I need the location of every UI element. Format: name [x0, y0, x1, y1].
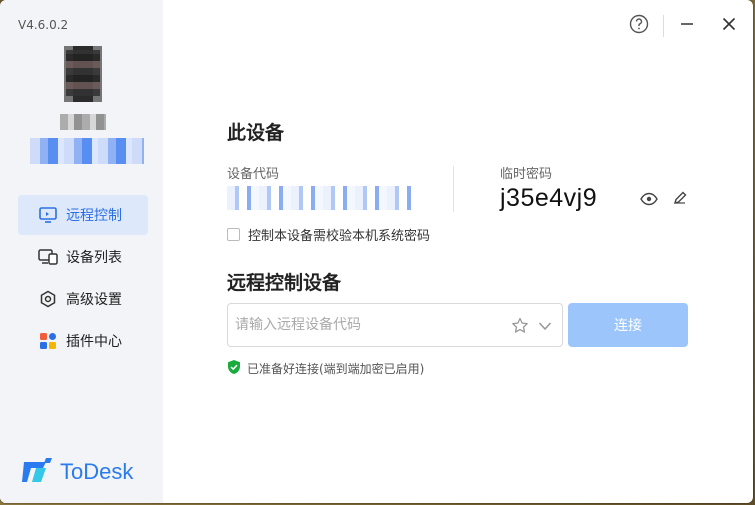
device-code-label: 设备代码 [227, 167, 280, 182]
brand-logo: ToDesk [22, 456, 133, 488]
settings-icon [38, 289, 58, 309]
this-device-title: 此设备 [227, 122, 285, 144]
sidebar-item-label: 插件中心 [66, 334, 122, 350]
remote-code-input[interactable] [228, 304, 498, 346]
user-id-redacted [30, 138, 144, 164]
main-panel: 此设备 设备代码 临时密码 j35e4vj9 控制本设备需校验本机系统密码 远程… [163, 0, 753, 503]
shield-check-icon [227, 359, 241, 378]
verify-password-checkbox[interactable] [227, 228, 240, 241]
plugins-icon [38, 331, 58, 351]
sidebar-nav: 远程控制 设备列表 高级设置 插件中心 [18, 195, 148, 363]
sidebar-item-label: 高级设置 [66, 292, 122, 308]
help-button[interactable] [627, 14, 651, 38]
pencil-icon [672, 190, 688, 210]
brand-name: ToDesk [60, 459, 134, 484]
temp-password-label: 临时密码 [500, 167, 553, 182]
close-button[interactable] [717, 14, 741, 38]
version-label: V4.6.0.2 [18, 18, 69, 32]
sidebar-item-label: 设备列表 [66, 250, 122, 266]
devices-icon [38, 247, 58, 267]
sidebar-item-advanced-settings[interactable]: 高级设置 [18, 279, 148, 319]
sidebar-item-device-list[interactable]: 设备列表 [18, 237, 148, 277]
connect-button[interactable]: 连接 [568, 303, 688, 347]
status-text: 已准备好连接(端到端加密已启用) [247, 362, 425, 376]
sidebar-item-label: 远程控制 [66, 208, 122, 224]
device-code-redacted[interactable] [227, 186, 411, 210]
chevron-down-icon[interactable] [537, 318, 553, 338]
remote-screen-icon [38, 205, 58, 225]
edit-password-button[interactable] [670, 190, 690, 210]
sidebar-item-plugin-center[interactable]: 插件中心 [18, 321, 148, 361]
connection-status: 已准备好连接(端到端加密已启用) [227, 359, 424, 378]
verify-password-label: 控制本设备需校验本机系统密码 [248, 229, 431, 244]
close-icon [721, 16, 737, 36]
avatar[interactable] [58, 46, 108, 102]
help-icon [629, 14, 649, 38]
remote-code-input-box[interactable] [227, 303, 563, 347]
show-password-button[interactable] [639, 190, 659, 210]
app-window: V4.6.0.2 远程控制 设备列表 高级设置 插件中心 ToDesk 此设备 … [0, 0, 753, 503]
sidebar: V4.6.0.2 远程控制 设备列表 高级设置 插件中心 ToDesk [0, 0, 163, 503]
sidebar-item-remote-control[interactable]: 远程控制 [18, 195, 148, 235]
temp-password-value[interactable]: j35e4vj9 [500, 184, 597, 213]
remote-control-title: 远程控制设备 [227, 272, 342, 294]
titlebar-divider [663, 15, 664, 37]
verify-password-option[interactable]: 控制本设备需校验本机系统密码 [227, 225, 430, 244]
eye-icon [640, 191, 658, 210]
user-name-redacted [60, 114, 106, 130]
star-icon[interactable] [511, 317, 529, 339]
device-info-divider [453, 166, 454, 212]
todesk-logo-icon [22, 456, 54, 488]
minimize-icon [679, 16, 695, 36]
minimize-button[interactable] [675, 14, 699, 38]
